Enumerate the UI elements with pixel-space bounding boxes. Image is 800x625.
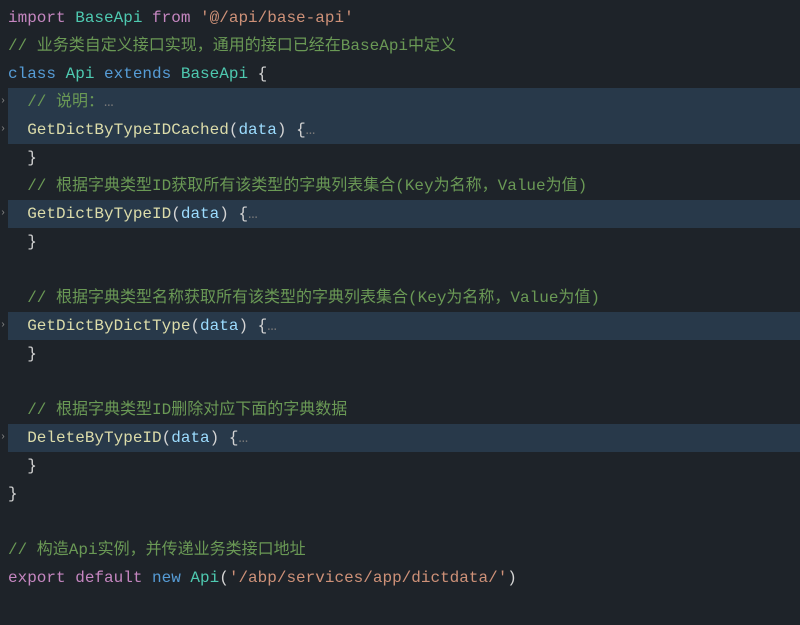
close-brace: } xyxy=(8,233,37,251)
code-line xyxy=(8,508,800,536)
keyword-extends: extends xyxy=(94,65,171,83)
method-name: DeleteByTypeID xyxy=(8,429,162,447)
keyword-from: from xyxy=(142,9,190,27)
parameter: data xyxy=(200,317,238,335)
keyword-default: default xyxy=(66,569,143,587)
fold-chevron-icon[interactable]: › xyxy=(0,424,9,452)
fold-indicator[interactable]: … xyxy=(267,317,277,335)
code-line: import BaseApi from '@/api/base-api' xyxy=(8,4,800,32)
fold-chevron-icon[interactable]: › xyxy=(0,116,9,144)
close-brace: } xyxy=(8,485,18,503)
close-brace: } xyxy=(8,149,37,167)
comment: // 根据字典类型名称获取所有该类型的字典列表集合(Key为名称，Value为值… xyxy=(8,289,600,307)
code-editor[interactable]: import BaseApi from '@/api/base-api' // … xyxy=(8,4,800,592)
comment: // 构造Api实例，并传递业务类接口地址 xyxy=(8,541,306,559)
paren-close-brace: ) { xyxy=(277,121,306,139)
method-name: GetDictByDictType xyxy=(8,317,190,335)
code-line: // 根据字典类型ID删除对应下面的字典数据 xyxy=(8,396,800,424)
close-brace: } xyxy=(8,457,37,475)
comment: // 说明： xyxy=(8,93,104,111)
fold-chevron-icon[interactable]: › xyxy=(0,312,9,340)
keyword-class: class xyxy=(8,65,56,83)
fold-indicator[interactable]: … xyxy=(104,93,114,111)
fold-indicator[interactable]: … xyxy=(238,429,248,447)
code-line: › // 说明：… xyxy=(8,88,800,116)
parameter: data xyxy=(171,429,209,447)
code-line: } xyxy=(8,228,800,256)
paren-close-brace: ) { xyxy=(210,429,239,447)
fold-indicator[interactable]: … xyxy=(306,121,316,139)
code-line: › DeleteByTypeID(data) {… xyxy=(8,424,800,452)
code-line: // 业务类自定义接口实现，通用的接口已经在BaseApi中定义 xyxy=(8,32,800,60)
comment: // 根据字典类型ID删除对应下面的字典数据 xyxy=(8,401,347,419)
fold-chevron-icon[interactable]: › xyxy=(0,88,9,116)
keyword-export: export xyxy=(8,569,66,587)
code-line: // 根据字典类型名称获取所有该类型的字典列表集合(Key为名称，Value为值… xyxy=(8,284,800,312)
fold-chevron-icon[interactable]: › xyxy=(0,200,9,228)
identifier-baseapi: BaseApi xyxy=(66,9,143,27)
code-line: › GetDictByTypeID(data) {… xyxy=(8,200,800,228)
comment: // 业务类自定义接口实现，通用的接口已经在BaseApi中定义 xyxy=(8,37,456,55)
code-line xyxy=(8,368,800,396)
code-line: } xyxy=(8,480,800,508)
comment: // 根据字典类型ID获取所有该类型的字典列表集合(Key为名称，Value为值… xyxy=(8,177,587,195)
fold-indicator[interactable]: … xyxy=(248,205,258,223)
paren-close-brace: ) { xyxy=(219,205,248,223)
code-line: export default new Api('/abp/services/ap… xyxy=(8,564,800,592)
keyword-import: import xyxy=(8,9,66,27)
code-line: // 构造Api实例，并传递业务类接口地址 xyxy=(8,536,800,564)
method-name: GetDictByTypeID xyxy=(8,205,171,223)
code-line: // 根据字典类型ID获取所有该类型的字典列表集合(Key为名称，Value为值… xyxy=(8,172,800,200)
paren-open: ( xyxy=(219,569,229,587)
code-line: class Api extends BaseApi { xyxy=(8,60,800,88)
paren-open: ( xyxy=(171,205,181,223)
close-brace: } xyxy=(8,345,37,363)
paren-close-brace: ) { xyxy=(238,317,267,335)
class-name: Api xyxy=(181,569,219,587)
code-line: › GetDictByTypeIDCached(data) {… xyxy=(8,116,800,144)
paren-open: ( xyxy=(229,121,239,139)
method-name: GetDictByTypeIDCached xyxy=(8,121,229,139)
string-path: '@/api/base-api' xyxy=(190,9,353,27)
paren-close: ) xyxy=(507,569,517,587)
class-name: Api xyxy=(56,65,94,83)
code-line xyxy=(8,256,800,284)
code-line: } xyxy=(8,340,800,368)
code-line: } xyxy=(8,144,800,172)
paren-open: ( xyxy=(162,429,172,447)
base-class: BaseApi xyxy=(171,65,248,83)
code-line: › GetDictByDictType(data) {… xyxy=(8,312,800,340)
parameter: data xyxy=(238,121,276,139)
open-brace: { xyxy=(248,65,267,83)
paren-open: ( xyxy=(190,317,200,335)
string-arg: '/abp/services/app/dictdata/' xyxy=(229,569,507,587)
parameter: data xyxy=(181,205,219,223)
keyword-new: new xyxy=(142,569,180,587)
code-line: } xyxy=(8,452,800,480)
